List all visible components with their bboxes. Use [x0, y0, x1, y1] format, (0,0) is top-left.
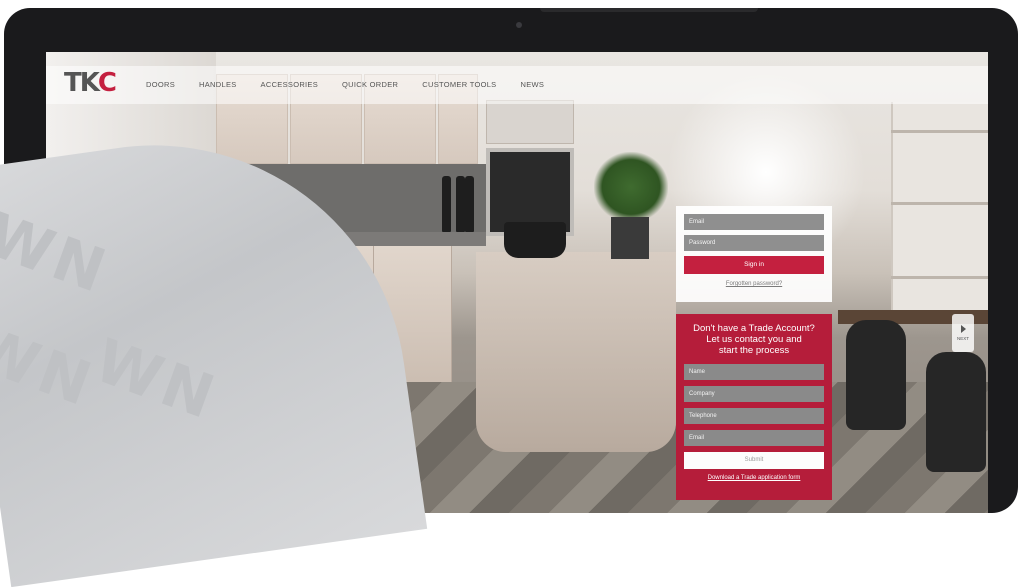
trade-name-field[interactable]: Name	[684, 364, 824, 380]
nav-item-customer-tools[interactable]: CUSTOMER TOOLS	[422, 80, 496, 89]
logo-text-tk: TK	[64, 68, 100, 98]
scene-plant-pot	[611, 217, 649, 259]
scene-bottle	[442, 176, 451, 232]
scene-pot	[504, 222, 566, 258]
next-slide-button[interactable]: NEXT	[952, 314, 974, 352]
trade-heading-line: Don't have a Trade Account?	[693, 323, 815, 334]
nav-item-news[interactable]: NEWS	[520, 80, 544, 89]
scene-oven-housing	[486, 100, 574, 144]
scene-shelf	[891, 276, 988, 279]
chevron-right-icon	[960, 325, 966, 333]
scene-shelf	[891, 202, 988, 205]
trade-company-field[interactable]: Company	[684, 386, 824, 402]
watermark-text: WN	[0, 312, 104, 422]
watermark-text: WN	[0, 199, 118, 309]
nav-item-handles[interactable]: HANDLES	[199, 80, 237, 89]
forgot-password-link[interactable]: Forgotten password?	[684, 281, 824, 287]
trade-account-panel: Don't have a Trade Account? Let us conta…	[676, 314, 832, 500]
submit-button[interactable]: Submit	[684, 452, 824, 469]
trade-heading-line: start the process	[718, 345, 790, 356]
device-notch	[540, 8, 758, 12]
logo-text-c: C	[97, 68, 117, 98]
nav-item-accessories[interactable]: ACCESSORIES	[261, 80, 318, 89]
login-panel: Email Password Sign in Forgotten passwor…	[676, 206, 832, 302]
nav-item-doors[interactable]: DOORS	[146, 80, 175, 89]
scene-chair	[846, 320, 906, 430]
trade-heading-line: Let us contact you and	[706, 334, 802, 345]
scene-shelf	[891, 130, 988, 133]
camera-icon	[516, 22, 522, 28]
login-email-field[interactable]: Email	[684, 214, 824, 230]
trade-heading: Don't have a Trade Account? Let us conta…	[684, 323, 824, 356]
scene-bottle	[456, 176, 465, 232]
main-nav: DOORS HANDLES ACCESSORIES QUICK ORDER CU…	[146, 80, 568, 89]
scene-bottle	[465, 176, 474, 232]
login-password-field[interactable]: Password	[684, 235, 824, 251]
download-application-link[interactable]: Download a Trade application form	[684, 475, 824, 481]
trade-email-field[interactable]: Email	[684, 430, 824, 446]
scene-island	[476, 252, 676, 452]
next-label: NEXT	[956, 336, 969, 341]
scene-shelving	[891, 102, 988, 312]
site-logo[interactable]: TK C	[64, 68, 117, 98]
trade-telephone-field[interactable]: Telephone	[684, 408, 824, 424]
scene-plant	[594, 152, 668, 222]
scene-chair	[926, 352, 986, 472]
watermark-text: WN	[85, 325, 227, 435]
nav-item-quick-order[interactable]: QUICK ORDER	[342, 80, 398, 89]
sign-in-button[interactable]: Sign in	[684, 256, 824, 274]
